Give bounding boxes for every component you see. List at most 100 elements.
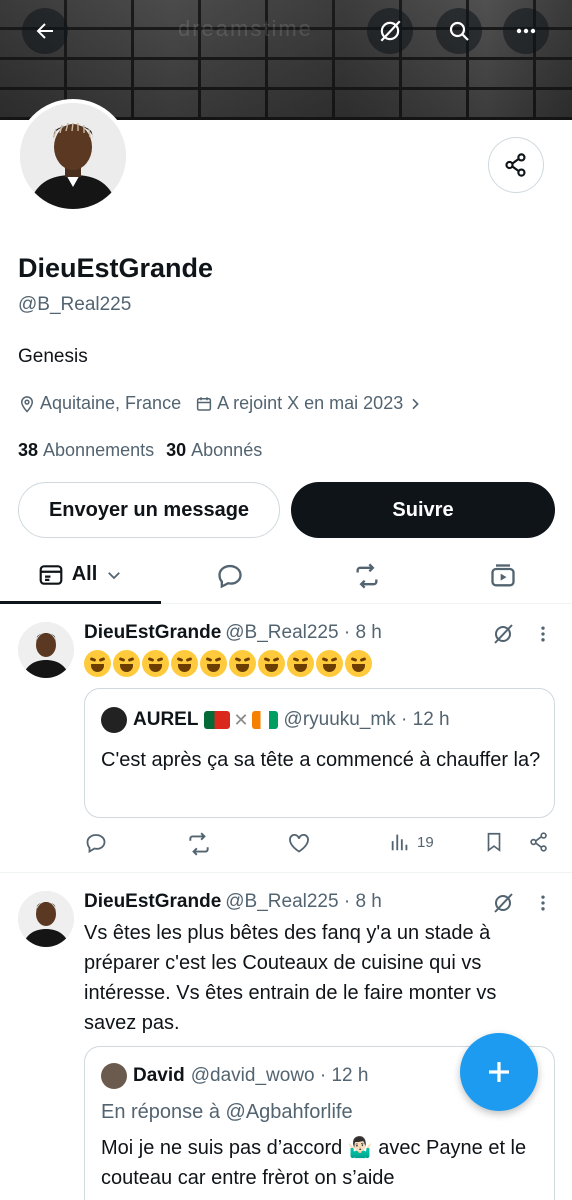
profile-handle: @B_Real225 <box>18 294 132 315</box>
repost-button[interactable] <box>186 831 212 857</box>
tab-all[interactable]: All <box>0 548 161 604</box>
profile-bio: Genesis <box>18 346 88 367</box>
profile-joined[interactable]: A rejoint X en mai 2023 <box>195 393 423 414</box>
tweet-author-avatar[interactable] <box>18 622 74 678</box>
joined-text: A rejoint X en mai 2023 <box>217 393 404 413</box>
profile-location: Aquitaine, France <box>18 393 181 414</box>
person-photo <box>18 891 74 947</box>
tweet-handle-time: @B_Real225 · 8 h <box>225 891 382 912</box>
quoted-tweet-header: David @david_wowo · 12 h <box>101 1063 368 1089</box>
video-icon <box>491 564 515 587</box>
more-horizontal-icon <box>516 28 536 34</box>
following-count: 38 <box>18 440 39 460</box>
flags-emoji: ✕ <box>204 709 278 731</box>
share-icon <box>505 153 526 177</box>
laughing-emoji <box>142 650 169 677</box>
tab-reposts[interactable] <box>327 548 407 604</box>
quoted-handle-time: @ryuuku_mk · 12 h <box>283 709 450 730</box>
views-count: 19 <box>417 833 434 851</box>
crossed-swords-icon: ✕ <box>233 709 249 730</box>
banner-watermark: dreamstime <box>178 16 313 41</box>
tab-media[interactable] <box>463 548 543 604</box>
tweet-actions: 19 <box>84 831 554 861</box>
grok-icon[interactable] <box>491 891 515 915</box>
send-message-button[interactable]: Envoyer un message <box>18 482 280 538</box>
share-profile-button[interactable] <box>488 137 544 193</box>
followers-count: 30 <box>166 440 187 460</box>
reply-icon <box>86 834 106 854</box>
laughing-emoji <box>171 650 198 677</box>
back-button[interactable] <box>22 8 68 54</box>
profile-display-name: DieuEstGrande <box>18 253 214 283</box>
followers-label: Abonnés <box>191 440 263 460</box>
views-button[interactable]: 19 <box>389 831 434 853</box>
more-button[interactable] <box>503 8 549 54</box>
tweet-author-avatar[interactable] <box>18 891 74 947</box>
laughing-emoji <box>84 650 111 677</box>
tweet-divider <box>0 872 572 873</box>
quoted-tweet-text: Moi je ne suis pas d’accord 🤷🏻‍♂️ avec P… <box>101 1137 527 1189</box>
search-button[interactable] <box>436 8 482 54</box>
laughing-emoji <box>258 650 285 677</box>
laughing-emoji <box>287 650 314 677</box>
following-label: Abonnements <box>43 440 155 460</box>
reply-button[interactable] <box>84 831 108 855</box>
portugal-flag-icon <box>204 711 231 729</box>
tweet-handle-time: @B_Real225 · 8 h <box>225 622 382 643</box>
more-vertical-icon[interactable] <box>533 624 553 644</box>
posts-filter-icon <box>39 564 63 585</box>
quoted-author-name: David <box>133 1065 185 1086</box>
quoted-tweet[interactable]: AUREL ✕ @ryuuku_mk · 12 h C'est après ça… <box>84 688 555 818</box>
share-button[interactable] <box>528 831 550 853</box>
quoted-tweet-text: C'est après ça sa tête a commencé à chau… <box>101 749 541 771</box>
quoted-tweet-header: AUREL ✕ @ryuuku_mk · 12 h <box>101 707 450 733</box>
laughing-emoji <box>200 650 227 677</box>
tweet-author-name[interactable]: DieuEstGrande <box>84 891 221 913</box>
profile-avatar[interactable] <box>16 99 130 213</box>
calendar-icon <box>196 396 212 411</box>
more-vertical-icon[interactable] <box>533 893 553 913</box>
analytics-icon <box>391 834 408 851</box>
bookmark-button[interactable] <box>483 831 505 853</box>
tweet-header: DieuEstGrande @B_Real225 · 8 h <box>84 891 382 913</box>
heart-icon <box>289 833 309 853</box>
person-photo <box>20 103 126 209</box>
tab-replies[interactable] <box>190 548 270 604</box>
repost-icon <box>189 832 209 856</box>
person-photo <box>18 622 74 678</box>
bookmark-icon <box>487 832 501 852</box>
ivory-coast-flag-icon <box>251 711 278 729</box>
compose-button[interactable] <box>460 1033 538 1111</box>
quoted-handle-time: @david_wowo · 12 h <box>190 1065 369 1086</box>
tab-all-label: All <box>71 563 98 585</box>
share-icon <box>530 832 547 852</box>
tweet-emoji-text <box>84 650 374 677</box>
like-button[interactable] <box>287 831 311 855</box>
quoted-author-name: AUREL <box>133 709 199 730</box>
profile-tabs: All <box>0 548 572 604</box>
location-text: Aquitaine, France <box>40 393 182 413</box>
arrow-left-icon <box>36 23 53 39</box>
laughing-emoji <box>345 650 372 677</box>
chevron-down-icon <box>108 571 121 579</box>
reply-icon <box>218 564 242 589</box>
follow-button[interactable]: Suivre <box>291 482 555 538</box>
grok-icon[interactable] <box>491 622 515 646</box>
quoted-author-avatar <box>101 707 127 733</box>
tweet-author-name[interactable]: DieuEstGrande <box>84 622 221 644</box>
location-pin-icon <box>20 395 34 413</box>
followers-link[interactable]: 30 Abonnés <box>166 440 262 461</box>
grok-button[interactable] <box>367 8 413 54</box>
laughing-emoji <box>229 650 256 677</box>
crying-emoji <box>113 650 140 677</box>
repost-icon <box>356 563 378 589</box>
search-icon <box>449 21 469 41</box>
profile-meta: Aquitaine, France A rejoint X en mai 202… <box>18 393 437 414</box>
follow-counts: 38 Abonnements 30 Abonnés <box>18 440 262 461</box>
following-link[interactable]: 38 Abonnements <box>18 440 154 461</box>
grok-icon <box>380 20 401 42</box>
laughing-emoji <box>316 650 343 677</box>
chevron-right-icon <box>412 398 420 409</box>
tweet-header: DieuEstGrande @B_Real225 · 8 h <box>84 622 382 644</box>
quoted-author-avatar <box>101 1063 127 1089</box>
